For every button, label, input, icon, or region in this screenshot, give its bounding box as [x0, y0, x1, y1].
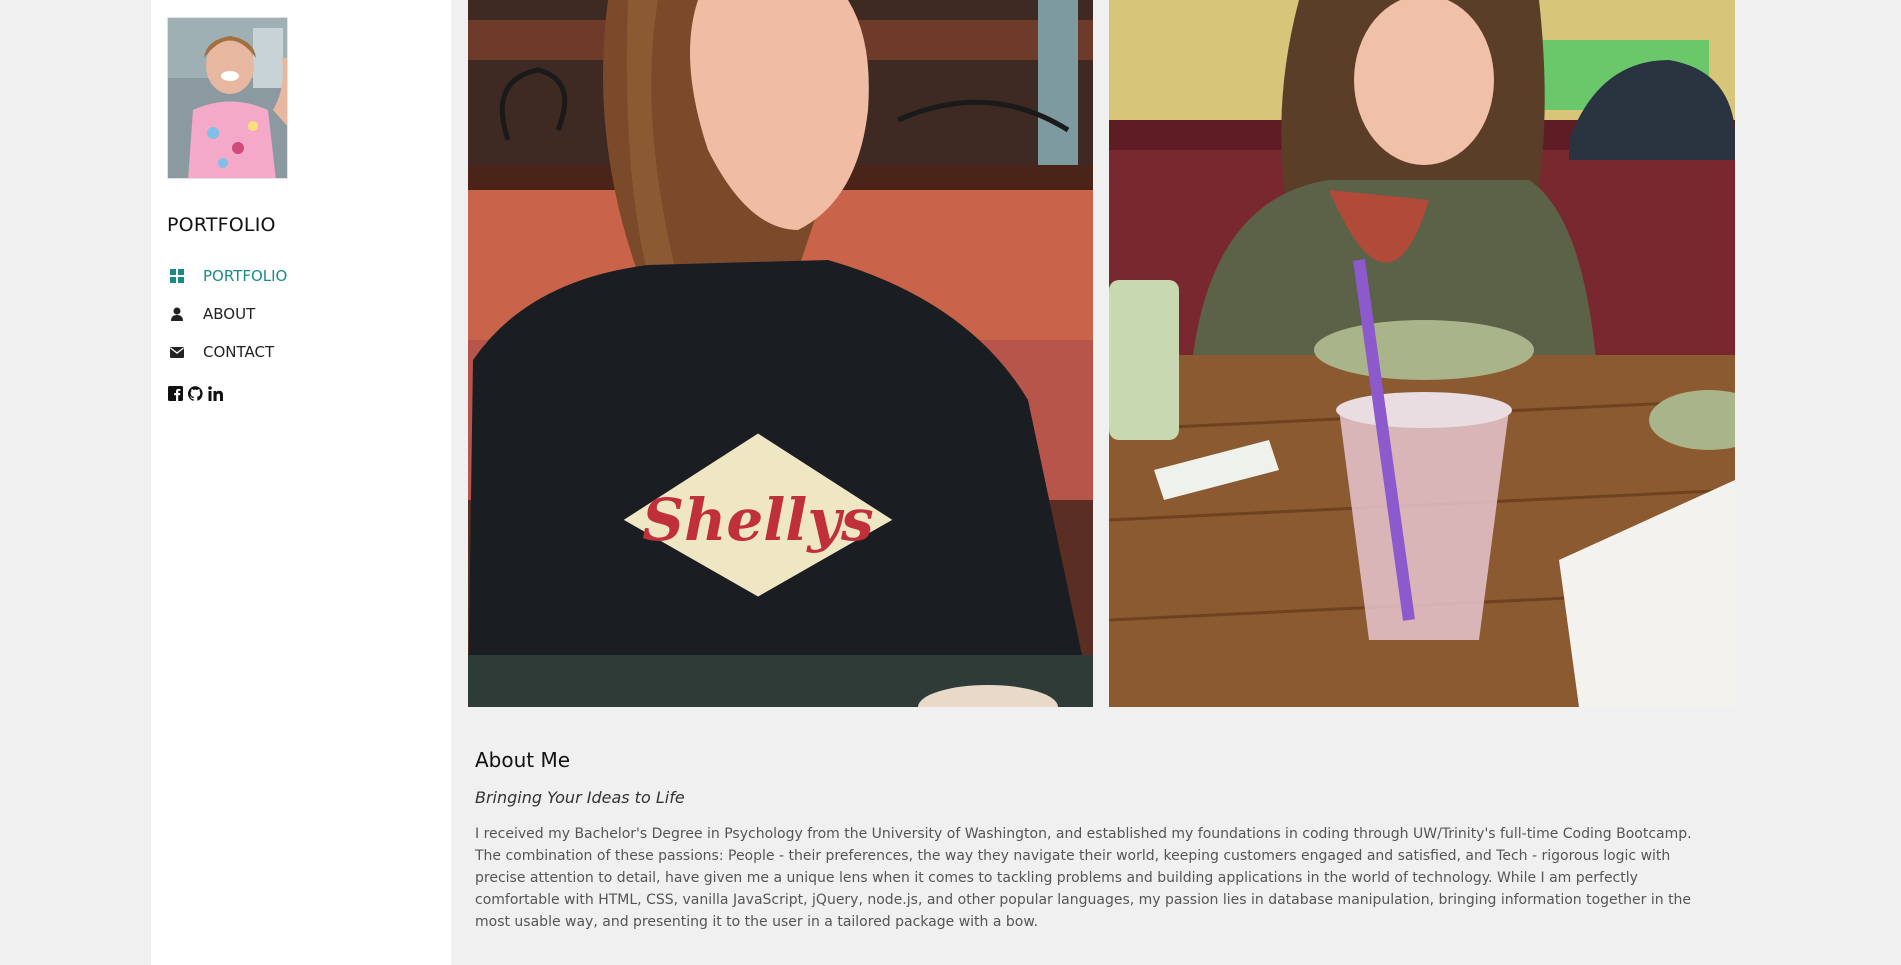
about-tagline: Bringing Your Ideas to Life: [475, 788, 685, 807]
avatar[interactable]: [167, 17, 288, 179]
nav-label: CONTACT: [203, 343, 275, 361]
site-title: PORTFOLIO: [167, 214, 276, 236]
grid-icon: [167, 266, 187, 286]
nav-item-about[interactable]: ABOUT: [167, 295, 287, 333]
github-icon[interactable]: [187, 385, 204, 402]
photo-image: [1109, 0, 1735, 707]
nav-item-portfolio[interactable]: PORTFOLIO: [167, 257, 287, 295]
photo-image: Shellys: [468, 0, 1093, 707]
shirt-text: Shellys: [642, 486, 873, 554]
sidebar: PORTFOLIO PORTFOLIO ABOUT CONTACT: [151, 0, 451, 965]
nav-item-contact[interactable]: CONTACT: [167, 333, 287, 371]
about-bio: I received my Bachelor's Degree in Psych…: [475, 826, 1692, 930]
nav-label: PORTFOLIO: [203, 267, 288, 285]
about-section: About Me Bringing Your Ideas to Life I r…: [475, 748, 1715, 933]
linkedin-icon[interactable]: [207, 385, 224, 402]
envelope-icon: [167, 342, 187, 362]
gallery-photo[interactable]: Shellys: [468, 0, 1093, 707]
gallery-photo[interactable]: [1109, 0, 1735, 707]
main-nav: PORTFOLIO ABOUT CONTACT: [167, 257, 287, 371]
nav-label: ABOUT: [203, 305, 256, 323]
user-icon: [167, 304, 187, 324]
social-links: [167, 385, 224, 402]
facebook-icon[interactable]: [167, 385, 184, 402]
about-heading: About Me: [475, 748, 571, 772]
avatar-image: [168, 18, 287, 178]
